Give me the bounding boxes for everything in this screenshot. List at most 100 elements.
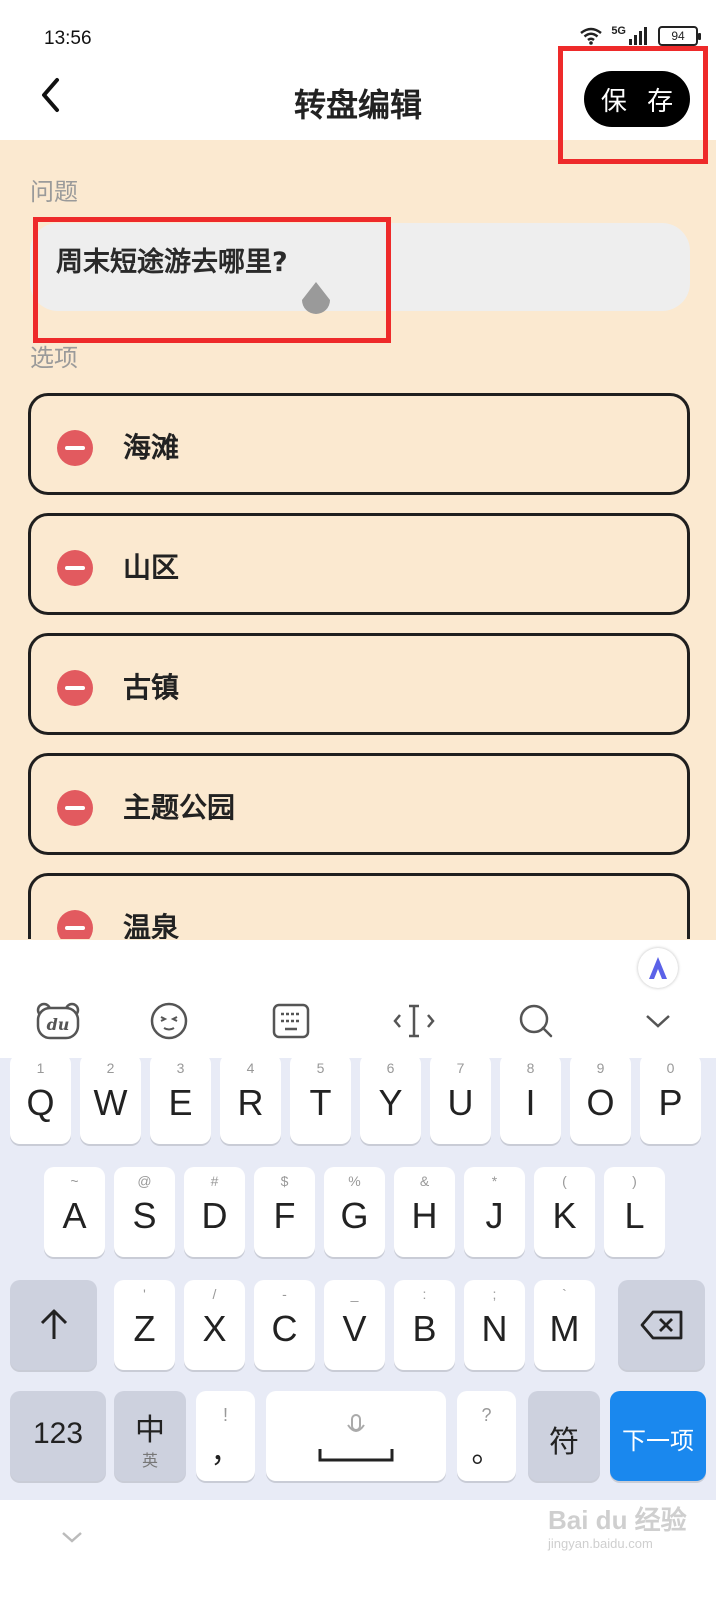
key-label: D xyxy=(201,1195,228,1236)
status-icons: 5G 94 xyxy=(579,25,701,46)
key-label: S xyxy=(132,1195,157,1236)
key-y[interactable]: 6Y xyxy=(360,1054,421,1144)
key-label: Q xyxy=(26,1082,55,1123)
key-label: N xyxy=(481,1308,508,1349)
key-e[interactable]: 3E xyxy=(150,1054,211,1144)
key-a[interactable]: ~ A xyxy=(44,1167,105,1257)
key-x[interactable]: / X xyxy=(184,1280,245,1370)
key-d[interactable]: # D xyxy=(184,1167,245,1257)
network-label: 5G xyxy=(611,25,626,37)
key-label: ， xyxy=(210,1436,241,1469)
key-t[interactable]: 5T xyxy=(290,1054,351,1144)
key-hint: _ xyxy=(350,1286,359,1302)
key-hint: & xyxy=(419,1173,430,1189)
remove-circle-icon[interactable] xyxy=(57,790,93,826)
key-label: 符 xyxy=(549,1426,579,1459)
key-i[interactable]: 8I xyxy=(500,1054,561,1144)
key-u[interactable]: 7U xyxy=(430,1054,491,1144)
option-item[interactable]: 温泉 xyxy=(28,873,690,939)
key-hint: ( xyxy=(562,1173,567,1189)
key-o[interactable]: 9O xyxy=(570,1054,631,1144)
key-label: X xyxy=(202,1308,227,1349)
key-hint: : xyxy=(422,1286,427,1302)
key-hint: / xyxy=(212,1286,217,1302)
key-r[interactable]: 4R xyxy=(220,1054,281,1144)
remove-circle-icon[interactable] xyxy=(57,550,93,586)
remove-circle-icon[interactable] xyxy=(57,910,93,939)
key-label: P xyxy=(658,1082,683,1123)
key-hint: 9 xyxy=(596,1060,605,1076)
numbers-key[interactable]: 123 xyxy=(10,1391,106,1481)
key-hint: 4 xyxy=(246,1060,255,1076)
key-c[interactable]: -C xyxy=(254,1280,315,1370)
key-label: I xyxy=(525,1082,536,1123)
key-w[interactable]: 2W xyxy=(80,1054,141,1144)
keyboard-layout-icon[interactable] xyxy=(266,996,316,1046)
key-q[interactable]: 1Q xyxy=(10,1054,71,1144)
key-hint: $ xyxy=(280,1173,289,1189)
key-h[interactable]: & H xyxy=(394,1167,455,1257)
key-b[interactable]: :B xyxy=(394,1280,455,1370)
key-hint: 0 xyxy=(666,1060,675,1076)
symbols-key[interactable]: 符 xyxy=(528,1391,600,1481)
option-item[interactable]: 古镇 xyxy=(28,633,690,735)
space-key[interactable] xyxy=(266,1391,446,1481)
option-item[interactable]: 山区 xyxy=(28,513,690,615)
backspace-key[interactable] xyxy=(618,1280,705,1370)
key-label: 中 xyxy=(135,1414,165,1447)
option-item[interactable]: 海滩 xyxy=(28,393,690,495)
key-j[interactable]: * J xyxy=(464,1167,525,1257)
key-sub-label: 英 xyxy=(141,1451,158,1470)
key-p[interactable]: 0P xyxy=(640,1054,701,1144)
watermark-logo: Bai du 经验 xyxy=(548,1505,687,1535)
key-label: A xyxy=(62,1195,87,1236)
key-hint: ' xyxy=(143,1286,146,1302)
remove-circle-icon[interactable] xyxy=(57,670,93,706)
emoji-icon[interactable] xyxy=(144,996,194,1046)
cursor-icon[interactable] xyxy=(389,996,439,1046)
next-field-button[interactable]: 下一项 xyxy=(610,1391,706,1481)
svg-text:du: du xyxy=(47,1015,70,1034)
search-icon[interactable] xyxy=(511,996,561,1046)
key-label: Y xyxy=(378,1082,403,1123)
key-hint: 3 xyxy=(176,1060,185,1076)
key-hint: # xyxy=(210,1173,219,1189)
period-key[interactable]: ? 。 xyxy=(457,1391,516,1481)
shift-key[interactable] xyxy=(10,1280,97,1370)
key-label: K xyxy=(552,1195,577,1236)
key-label: 下一项 xyxy=(622,1427,694,1455)
option-item[interactable]: 主题公园 xyxy=(28,753,690,855)
key-s[interactable]: @ S xyxy=(114,1167,175,1257)
key-g[interactable]: % G xyxy=(324,1167,385,1257)
highlight-box-save xyxy=(558,46,708,164)
signal-icon xyxy=(629,27,647,45)
key-n[interactable]: ; N xyxy=(464,1280,525,1370)
key-label: C xyxy=(271,1308,298,1349)
key-hint: ; xyxy=(492,1286,497,1302)
key-label: F xyxy=(273,1195,296,1236)
key-m[interactable]: ` M xyxy=(534,1280,595,1370)
key-f[interactable]: $ F xyxy=(254,1167,315,1257)
key-hint: ? xyxy=(481,1405,492,1425)
language-switch-key[interactable]: 中 英 xyxy=(114,1391,186,1481)
key-hint: ! xyxy=(222,1405,228,1425)
collapse-keyboard-icon[interactable] xyxy=(633,996,683,1046)
assistant-icon[interactable] xyxy=(638,948,678,988)
watermark-url: jingyan.baidu.com xyxy=(548,1536,653,1551)
comma-key[interactable]: ! ， xyxy=(196,1391,255,1481)
key-v[interactable]: _ V xyxy=(324,1280,385,1370)
key-z[interactable]: ' Z xyxy=(114,1280,175,1370)
key-k[interactable]: (K xyxy=(534,1167,595,1257)
remove-circle-icon[interactable] xyxy=(57,430,93,466)
key-label: G xyxy=(340,1195,369,1236)
key-hint: % xyxy=(348,1173,361,1189)
bear-du-icon[interactable]: du xyxy=(33,996,83,1046)
key-l[interactable]: ) L xyxy=(604,1167,665,1257)
shift-arrow-icon xyxy=(40,1309,68,1339)
key-hint: 2 xyxy=(106,1060,115,1076)
chevron-down-icon[interactable] xyxy=(60,1530,84,1544)
key-hint: 7 xyxy=(456,1060,465,1076)
key-label: R xyxy=(237,1082,264,1123)
key-label: Z xyxy=(133,1308,156,1349)
option-label: 山区 xyxy=(123,551,180,584)
